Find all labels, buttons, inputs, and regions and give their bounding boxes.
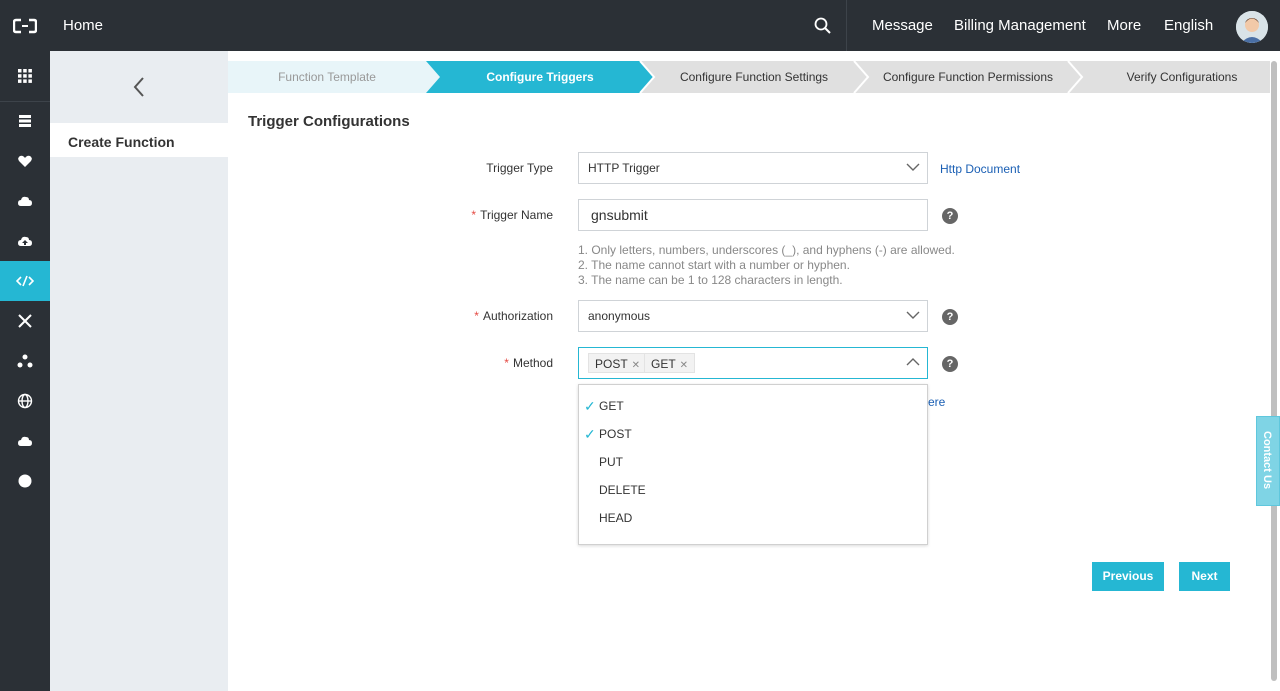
check-icon: ✓ [584, 398, 596, 414]
more-menu[interactable]: More [1107, 0, 1141, 51]
circle-icon[interactable] [0, 461, 50, 501]
required-mark: * [504, 356, 509, 370]
http-document-link[interactable]: Http Document [940, 162, 1020, 176]
database-icon[interactable] [0, 101, 50, 141]
sub-nav: Create Function [50, 51, 228, 691]
aliyun-logo-icon[interactable] [0, 0, 50, 51]
cluster-icon[interactable] [0, 341, 50, 381]
network-icon[interactable] [0, 301, 50, 341]
trigger-name-label: * Trigger Name [471, 208, 553, 222]
method-option-head[interactable]: HEAD [579, 504, 927, 532]
remove-tag-icon[interactable]: ✕ [680, 360, 688, 371]
method-multiselect[interactable]: POST ✕ GET ✕ [578, 347, 928, 379]
search-icon[interactable] [812, 15, 834, 37]
topbar-divider [846, 0, 847, 51]
trigger-type-label: Trigger Type [486, 161, 553, 175]
home-link[interactable]: Home [63, 0, 103, 51]
trigger-name-help-icon[interactable]: ? [942, 208, 958, 224]
method-option-put[interactable]: PUT [579, 448, 927, 476]
trigger-type-select[interactable]: HTTP Trigger [578, 152, 928, 184]
billing-management-link[interactable]: Billing Management [954, 0, 1086, 51]
chevron-up-icon [906, 358, 920, 366]
next-button[interactable]: Next [1179, 562, 1230, 591]
grid-icon[interactable] [0, 56, 50, 96]
method-doc-link-partial[interactable]: ere [928, 395, 945, 409]
trigger-type-value: HTTP Trigger [588, 161, 660, 175]
section-title: Trigger Configurations [248, 113, 410, 130]
sub-nav-item-create-function[interactable]: Create Function [50, 123, 228, 157]
step-verify-configurations[interactable]: Verify Configurations [1082, 61, 1280, 93]
trigger-name-value: gnsubmit [591, 207, 648, 223]
required-mark: * [474, 309, 479, 323]
function-icon[interactable] [0, 261, 50, 301]
contact-us-tab[interactable]: Contact Us [1256, 416, 1280, 506]
authorization-select[interactable]: anonymous [578, 300, 928, 332]
side-nav [0, 51, 50, 691]
page-scrollbar[interactable] [1271, 61, 1277, 681]
step-configure-function-settings[interactable]: Configure Function Settings [654, 61, 854, 93]
contact-us-label: Contact Us [1261, 431, 1273, 490]
top-bar: Home Message Billing Management More Eng… [0, 0, 1280, 51]
previous-button[interactable]: Previous [1092, 562, 1164, 591]
language-switch[interactable]: English [1164, 0, 1213, 51]
method-tag-get: GET ✕ [644, 353, 696, 373]
globe-icon[interactable] [0, 381, 50, 421]
authorization-value: anonymous [588, 309, 651, 323]
method-help-icon[interactable]: ? [942, 356, 958, 372]
trigger-name-hint-3: 3. The name can be 1 to 128 characters i… [578, 273, 843, 287]
chevron-down-icon [906, 311, 920, 319]
trigger-name-hint-1: 1. Only letters, numbers, underscores (_… [578, 243, 955, 257]
cloud-upload-icon[interactable] [0, 221, 50, 261]
message-link[interactable]: Message [872, 0, 933, 51]
avatar[interactable] [1236, 11, 1268, 43]
method-dropdown: ✓ GET ✓ POST PUT DELETE HEAD [578, 384, 928, 545]
heart-icon[interactable] [0, 141, 50, 181]
step-configure-function-permissions[interactable]: Configure Function Permissions [868, 61, 1068, 93]
back-chevron-icon[interactable] [50, 51, 228, 123]
trigger-name-hint-2: 2. The name cannot start with a number o… [578, 258, 850, 272]
remove-tag-icon[interactable]: ✕ [632, 360, 640, 371]
step-function-template[interactable]: Function Template [228, 61, 426, 93]
cloud-sync-icon[interactable] [0, 421, 50, 461]
cloud-icon[interactable] [0, 181, 50, 221]
method-option-post[interactable]: ✓ POST [579, 420, 927, 448]
method-option-get[interactable]: ✓ GET [579, 392, 927, 420]
step-configure-triggers[interactable]: Configure Triggers [440, 61, 640, 93]
authorization-help-icon[interactable]: ? [942, 309, 958, 325]
trigger-name-input[interactable]: gnsubmit [578, 199, 928, 231]
required-mark: * [471, 208, 477, 222]
method-tag-post: POST ✕ [588, 353, 648, 373]
authorization-label: * Authorization [474, 309, 553, 323]
check-icon: ✓ [584, 426, 596, 442]
method-option-delete[interactable]: DELETE [579, 476, 927, 504]
chevron-down-icon [906, 163, 920, 171]
method-label: * Method [504, 356, 553, 370]
wizard-steps: Function Template Configure Triggers Con… [228, 61, 1270, 93]
